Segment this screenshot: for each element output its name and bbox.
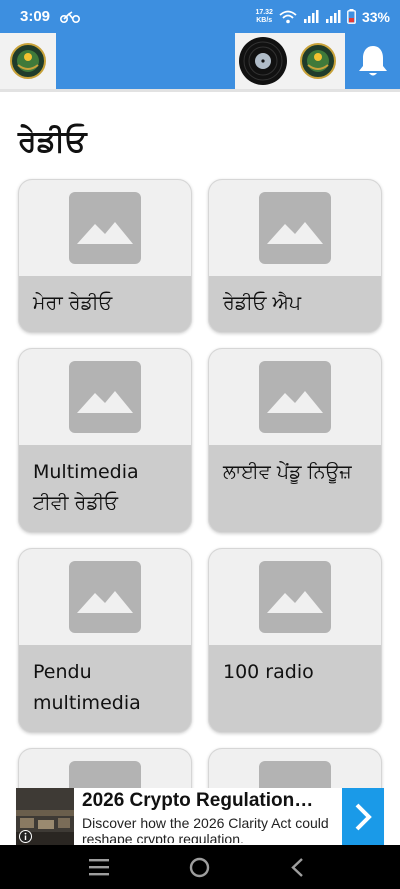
card-label-line1: 100 radio: [223, 661, 314, 683]
ad-info-icon[interactable]: [19, 830, 32, 843]
image-placeholder-icon: [69, 561, 141, 633]
card-image: [209, 180, 381, 276]
card-label-line1: Pendu: [33, 661, 92, 683]
card-label: ਰੇਡੀਓ ਐਪ: [209, 276, 381, 319]
image-placeholder-icon: [69, 361, 141, 433]
card-label-line1: Multimedia: [33, 461, 139, 483]
card-label-line1: ਮੇਰਾ ਰੇਡੀਓ: [33, 292, 113, 314]
card-image: [19, 180, 191, 276]
radio-card[interactable]: ਰੇਡੀਓ ਐਪ: [208, 179, 382, 333]
radio-card[interactable]: Multimedia ਟੀਵੀ ਰੇਡੀਓ: [18, 348, 192, 533]
recent-apps-icon[interactable]: [89, 858, 109, 876]
ad-title: 2026 Crypto Regulation…: [82, 790, 314, 811]
chevron-right-icon: [353, 802, 373, 832]
image-placeholder-icon: [259, 192, 331, 264]
back-icon[interactable]: [290, 857, 304, 878]
radio-card[interactable]: 100 radio: [208, 548, 382, 733]
radio-card[interactable]: ਮੇਰਾ ਰੇਡੀਓ: [18, 179, 192, 333]
image-placeholder-icon: [259, 361, 331, 433]
home-icon[interactable]: [189, 857, 210, 878]
card-image: [209, 549, 381, 645]
radio-card[interactable]: Pendu multimedia: [18, 548, 192, 733]
ad-banner[interactable]: 2026 Crypto Regulation… Discover how the…: [16, 788, 384, 845]
card-label: Multimedia ਟੀਵੀ ਰੇਡੀਓ: [19, 445, 191, 519]
card-label-line1: ਰੇਡੀਓ ਐਪ: [223, 292, 302, 314]
image-placeholder-icon: [69, 192, 141, 264]
card-label-line2: ਟੀਵੀ ਰੇਡੀਓ: [33, 492, 119, 514]
radio-card[interactable]: ਲਾਈਵ ਪੇਂਡੂ ਨਿਊਜ਼: [208, 348, 382, 533]
image-placeholder-icon: [259, 561, 331, 633]
card-label: Pendu multimedia: [19, 645, 191, 719]
ad-description: Discover how the 2026 Clarity Act could …: [82, 815, 329, 843]
card-image: [19, 349, 191, 445]
card-label: ਮੇਰਾ ਰੇਡੀਓ: [19, 276, 191, 319]
navigation-bar: [0, 845, 400, 889]
card-label-line2: multimedia: [33, 692, 141, 714]
ad-open-button[interactable]: [342, 788, 384, 845]
card-label-line1: ਲਾਈਵ ਪੇਂਡੂ ਨਿਊਜ਼: [223, 461, 352, 483]
radio-grid: ਮੇਰਾ ਰੇਡੀਓ ਰੇਡੀਓ ਐਪ Multimedia ਟੀਵੀ ਰੇਡੀਓ…: [0, 0, 400, 889]
card-image: [19, 549, 191, 645]
card-label: 100 radio: [209, 645, 381, 688]
card-label: ਲਾਈਵ ਪੇਂਡੂ ਨਿਊਜ਼: [209, 445, 381, 488]
card-image: [209, 349, 381, 445]
